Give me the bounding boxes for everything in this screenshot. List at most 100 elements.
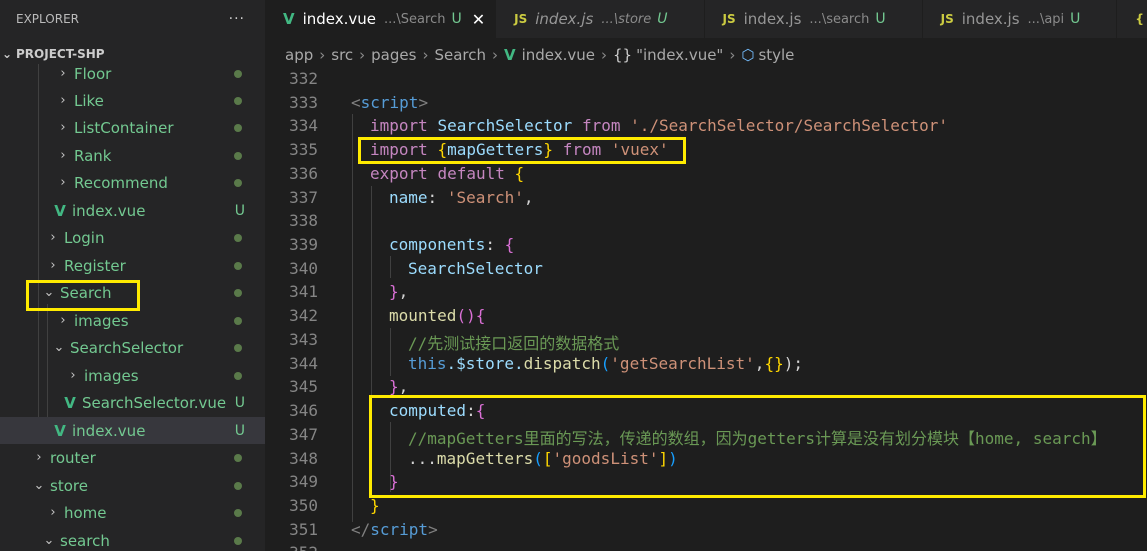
tree-item-listcontainer[interactable]: › ListContainer bbox=[0, 114, 265, 141]
vue-file-icon: V bbox=[54, 421, 66, 440]
git-status-dot bbox=[234, 179, 242, 187]
code-line-339: components: { bbox=[389, 235, 515, 254]
line-number: 344 bbox=[289, 354, 318, 373]
line-number: 350 bbox=[289, 496, 318, 515]
tree-item-floor[interactable]: › Floor bbox=[0, 60, 265, 87]
tree-item-images[interactable]: › images bbox=[0, 307, 265, 334]
line-number: 341 bbox=[289, 282, 318, 301]
tree-item-searchselector-vue[interactable]: V SearchSelector.vue U bbox=[0, 389, 265, 416]
tree-item-index-vue-home[interactable]: V index.vue U bbox=[0, 197, 265, 224]
line-number: 335 bbox=[289, 140, 318, 159]
git-status-dot bbox=[234, 454, 242, 462]
code-line-343: //先测试接口返回的数据格式 bbox=[408, 334, 620, 353]
tree-item-store[interactable]: ⌄ store bbox=[0, 472, 265, 499]
line-number: 336 bbox=[289, 164, 318, 183]
code-line-345: }, bbox=[389, 377, 409, 396]
chevron-right-icon: › bbox=[60, 148, 66, 163]
git-status-dot bbox=[234, 97, 242, 105]
tree-item-login[interactable]: › Login bbox=[0, 224, 265, 251]
explorer-title: EXPLORER bbox=[16, 12, 79, 26]
vue-file-icon: V bbox=[54, 201, 66, 220]
tree-item-like[interactable]: › Like bbox=[0, 87, 265, 114]
breadcrumb-src[interactable]: src bbox=[331, 46, 353, 64]
breadcrumb-object[interactable]: "index.vue" bbox=[636, 46, 723, 64]
line-number: 333 bbox=[289, 93, 318, 112]
tab-index-js-store[interactable]: JS index.js ...\store U bbox=[496, 0, 705, 38]
chevron-right-icon: › bbox=[50, 258, 56, 273]
style-icon: ⬡ bbox=[741, 46, 755, 64]
tree-item-register[interactable]: › Register bbox=[0, 252, 265, 279]
tab-index-js-search[interactable]: JS index.js ...\search U bbox=[705, 0, 923, 38]
js-file-icon: JS bbox=[514, 12, 528, 26]
js-file-icon: JS bbox=[722, 12, 736, 26]
chevron-right-icon: › bbox=[60, 93, 66, 108]
vue-file-icon: V bbox=[503, 46, 516, 64]
line-number: 343 bbox=[289, 330, 318, 349]
line-number: 334 bbox=[289, 116, 318, 135]
code-line-337: name: 'Search', bbox=[389, 188, 534, 207]
code-line-350: } bbox=[370, 496, 380, 515]
line-number: 347 bbox=[289, 425, 318, 444]
git-status-dot bbox=[234, 124, 242, 132]
breadcrumb-pages[interactable]: pages bbox=[371, 46, 416, 64]
tree-item-router[interactable]: › router bbox=[0, 444, 265, 471]
line-number: 338 bbox=[289, 211, 318, 230]
chevron-down-icon: ⌄ bbox=[33, 478, 45, 493]
chevron-right-icon: › bbox=[60, 120, 66, 135]
chevron-right-icon: › bbox=[50, 230, 56, 245]
explorer-header: EXPLORER ··· bbox=[0, 0, 265, 38]
code-line-334: import SearchSelector from './SearchSele… bbox=[370, 116, 948, 135]
git-status-dot bbox=[234, 70, 242, 78]
git-status-dot bbox=[234, 289, 242, 297]
line-number: 339 bbox=[289, 235, 318, 254]
json-file-icon: { } bbox=[1135, 12, 1147, 26]
vue-file-icon: V bbox=[283, 10, 295, 28]
line-number: 351 bbox=[289, 520, 318, 539]
git-status-dot bbox=[234, 344, 242, 352]
close-icon[interactable]: ✕ bbox=[472, 10, 485, 29]
vue-file-icon: V bbox=[64, 393, 76, 412]
js-file-icon: JS bbox=[940, 12, 954, 26]
more-actions-icon[interactable]: ··· bbox=[229, 11, 245, 27]
git-status-dot bbox=[234, 317, 242, 325]
git-status-dot bbox=[234, 262, 242, 270]
code-line-341: }, bbox=[389, 282, 409, 301]
tree-item-images-nested[interactable]: › images bbox=[0, 362, 265, 389]
search-folder-highlight bbox=[26, 280, 140, 311]
git-untracked-badge: U bbox=[234, 202, 245, 219]
tab-index-vue-search[interactable]: V index.vue ...\Search U ✕ bbox=[265, 0, 497, 38]
line-number: 345 bbox=[289, 377, 318, 396]
git-status-dot bbox=[234, 152, 242, 160]
code-line-336: export default { bbox=[370, 164, 525, 183]
breadcrumb-file[interactable]: index.vue bbox=[522, 46, 595, 64]
git-untracked-badge: U bbox=[234, 422, 245, 439]
breadcrumb-app[interactable]: app bbox=[285, 46, 313, 64]
explorer-sidebar: EXPLORER ··· ⌄ PROJECT-SHP › Floor › Lik… bbox=[0, 0, 265, 551]
line-number: 348 bbox=[289, 449, 318, 468]
line-number: 337 bbox=[289, 188, 318, 207]
git-status-dot bbox=[234, 537, 242, 545]
code-line-340: SearchSelector bbox=[408, 259, 543, 278]
tree-item-index-vue-search[interactable]: V index.vue U bbox=[0, 417, 265, 444]
tree-item-rank[interactable]: › Rank bbox=[0, 142, 265, 169]
code-editor[interactable]: 332 333 334 335 336 337 338 339 340 341 … bbox=[265, 66, 1147, 551]
git-status-dot bbox=[234, 482, 242, 490]
git-untracked-badge: U bbox=[234, 394, 245, 411]
line-number: 346 bbox=[289, 401, 318, 420]
tab-json[interactable]: { } bbox=[1117, 0, 1147, 38]
tab-index-js-api[interactable]: JS index.js ...\api U bbox=[923, 0, 1118, 38]
tree-item-recommend[interactable]: › Recommend bbox=[0, 169, 265, 196]
tree-item-search-store[interactable]: ⌄ search bbox=[0, 527, 265, 551]
project-name: PROJECT-SHP bbox=[16, 47, 105, 61]
computed-block-highlight bbox=[369, 395, 1146, 498]
braces-icon: {} bbox=[613, 46, 633, 64]
chevron-right-icon: › bbox=[70, 368, 76, 383]
tree-item-home[interactable]: › home bbox=[0, 499, 265, 526]
code-line-351: </script> bbox=[351, 520, 438, 539]
breadcrumb-search[interactable]: Search bbox=[434, 46, 486, 64]
tree-item-searchselector[interactable]: ⌄ SearchSelector bbox=[0, 334, 265, 361]
line-number: 352 bbox=[265, 543, 318, 551]
breadcrumb-style[interactable]: style bbox=[758, 46, 794, 64]
git-status-dot bbox=[234, 509, 242, 517]
line-number: 332 bbox=[289, 69, 318, 88]
